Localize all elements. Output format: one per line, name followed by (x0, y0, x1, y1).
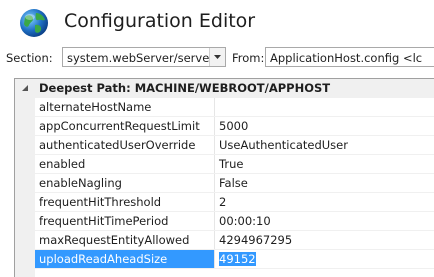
property-value[interactable] (216, 98, 434, 116)
property-value-editor[interactable]: 49152 (216, 250, 434, 268)
property-name: uploadReadAheadSize (35, 250, 215, 268)
property-row-selected[interactable]: uploadReadAheadSize 49152 (35, 250, 434, 269)
from-dropdown[interactable]: ApplicationHost.config <lc (265, 47, 434, 67)
property-row[interactable]: enabled True (35, 155, 434, 174)
section-toolbar: Section: system.webServer/serverRu From:… (0, 44, 434, 72)
property-name: authenticatedUserOverride (35, 136, 215, 154)
property-value[interactable]: 5000 (216, 117, 434, 135)
property-row[interactable]: alternateHostName (35, 98, 434, 117)
property-name: alternateHostName (35, 98, 215, 116)
property-name: frequentHitTimePeriod (35, 212, 215, 230)
property-group-header[interactable]: Deepest Path: MACHINE/WEBROOT/APPHOST (15, 79, 434, 98)
property-row[interactable]: appConcurrentRequestLimit 5000 (35, 117, 434, 136)
property-name: enabled (35, 155, 215, 173)
property-row[interactable]: frequentHitTimePeriod 00:00:10 (35, 212, 434, 231)
editor-header: Configuration Editor (0, 0, 434, 44)
property-value[interactable]: False (216, 174, 434, 192)
from-label: From: (232, 51, 265, 65)
property-row[interactable]: frequentHitThreshold 2 (35, 193, 434, 212)
property-grid: Deepest Path: MACHINE/WEBROOT/APPHOST al… (14, 78, 434, 277)
property-value[interactable]: 00:00:10 (216, 212, 434, 230)
property-value[interactable]: 4294967295 (216, 231, 434, 249)
property-row[interactable]: authenticatedUserOverride UseAuthenticat… (35, 136, 434, 155)
section-dropdown[interactable]: system.webServer/serverRu (62, 47, 226, 67)
property-name: maxRequestEntityAllowed (35, 231, 215, 249)
globe-icon (20, 9, 48, 37)
property-name: frequentHitThreshold (35, 193, 215, 211)
page-title: Configuration Editor (64, 10, 256, 32)
property-row[interactable]: maxRequestEntityAllowed 4294967295 (35, 231, 434, 250)
property-value[interactable]: 2 (216, 193, 434, 211)
collapse-triangle-icon[interactable] (20, 83, 30, 93)
section-label: Section: (6, 51, 53, 65)
property-name: appConcurrentRequestLimit (35, 117, 215, 135)
property-group-title: Deepest Path: MACHINE/WEBROOT/APPHOST (39, 81, 331, 95)
property-name: enableNagling (35, 174, 215, 192)
property-value[interactable]: True (216, 155, 434, 173)
chevron-down-icon[interactable] (209, 48, 225, 66)
property-value[interactable]: UseAuthenticatedUser (216, 136, 434, 154)
grid-margin (15, 79, 35, 277)
section-dropdown-value: system.webServer/serverRu (67, 51, 226, 65)
from-dropdown-value: ApplicationHost.config <lc (270, 51, 423, 65)
property-row[interactable]: enableNagling False (35, 174, 434, 193)
